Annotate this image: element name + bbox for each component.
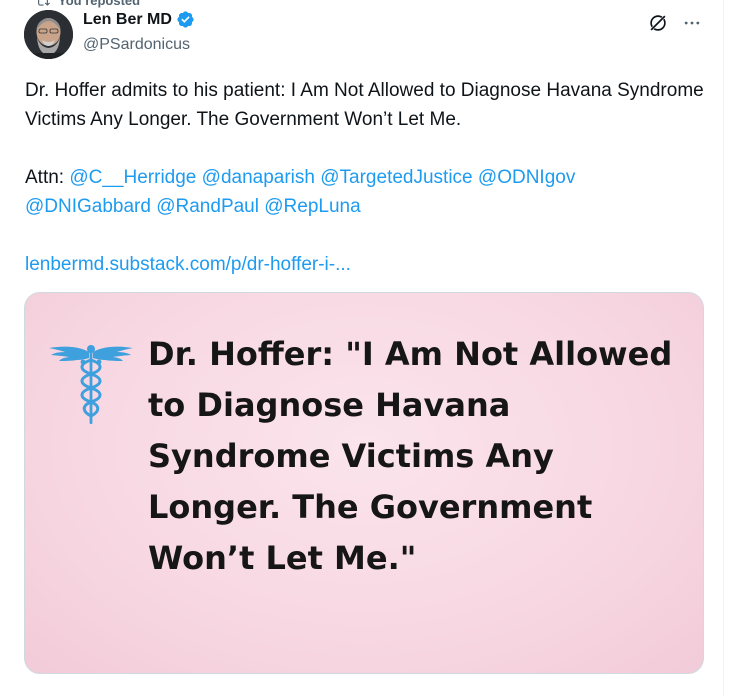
tweet-attn-line: Attn: @C__Herridge @danaparish @Targeted… bbox=[25, 163, 705, 221]
tweet-top-actions bbox=[647, 12, 703, 34]
tweet-main-text: Dr. Hoffer admits to his patient: I Am N… bbox=[25, 80, 704, 130]
mention-link[interactable]: @danaparish bbox=[202, 167, 315, 188]
repost-icon bbox=[38, 0, 50, 6]
mention-link[interactable]: @TargetedJustice bbox=[320, 167, 472, 188]
external-link[interactable]: lenbermd.substack.com/p/dr-hoffer-i-... bbox=[25, 254, 351, 275]
grok-icon[interactable] bbox=[647, 12, 669, 34]
author-display-name[interactable]: Len Ber MD bbox=[83, 11, 172, 29]
tweet[interactable]: You reposted Len Ber MD @PSardonicus Dr.… bbox=[0, 0, 724, 696]
link-preview-card[interactable]: Dr. Hoffer: "I Am Not Allowed to Diagnos… bbox=[24, 292, 704, 674]
avatar-image bbox=[24, 10, 73, 59]
tweet-text: Dr. Hoffer admits to his patient: I Am N… bbox=[25, 76, 705, 279]
more-icon[interactable] bbox=[681, 12, 703, 34]
repost-header: You reposted bbox=[36, 0, 140, 8]
mention-link[interactable]: @ODNIgov bbox=[478, 167, 575, 188]
mention-link[interactable]: @C__Herridge bbox=[69, 167, 196, 188]
attn-label: Attn: bbox=[25, 167, 65, 188]
author-name-row[interactable]: Len Ber MD bbox=[83, 10, 195, 29]
repost-label: You reposted bbox=[58, 0, 141, 8]
caduceus-icon bbox=[49, 345, 133, 424]
verified-badge-icon bbox=[177, 11, 194, 28]
mention-link[interactable]: @DNIGabbard bbox=[25, 196, 151, 217]
avatar[interactable] bbox=[24, 10, 73, 59]
mention-link[interactable]: @RandPaul bbox=[156, 196, 259, 217]
card-headline: Dr. Hoffer: "I Am Not Allowed to Diagnos… bbox=[148, 335, 673, 577]
author-handle[interactable]: @PSardonicus bbox=[83, 36, 190, 54]
mention-link[interactable]: @RepLuna bbox=[264, 196, 360, 217]
